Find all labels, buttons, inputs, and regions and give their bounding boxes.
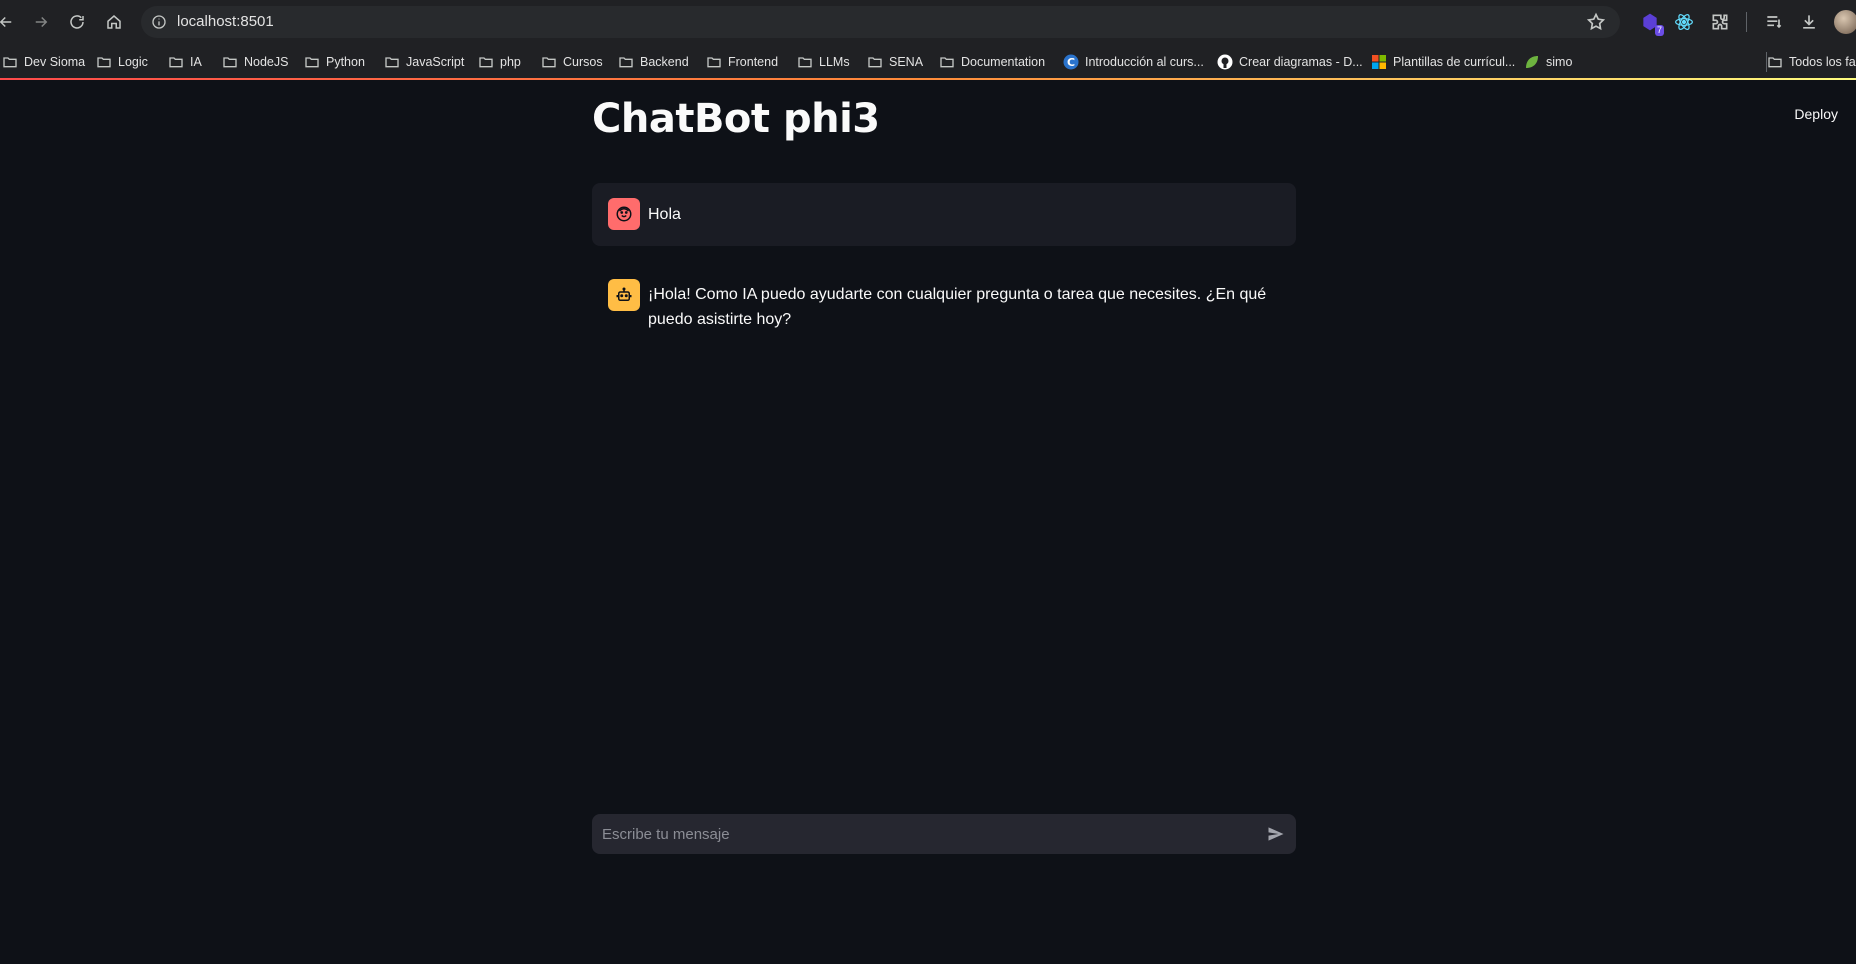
page-title: ChatBot phi3 <box>592 96 880 142</box>
folder-icon <box>939 54 955 70</box>
message-text: ¡Hola! Como IA puedo ayudarte con cualqu… <box>648 286 1267 328</box>
bookmarks-bar: Dev Sioma Logic IA NodeJS Python JavaScr… <box>0 44 1856 80</box>
bookmark-folder[interactable]: Backend <box>618 52 689 72</box>
bookmark-link[interactable]: Crear diagramas - D... <box>1217 52 1363 72</box>
bookmark-folder[interactable]: Python <box>304 52 365 72</box>
bookmark-folder[interactable]: Frontend <box>706 52 778 72</box>
folder-icon <box>96 54 112 70</box>
download-icon[interactable] <box>1797 10 1821 34</box>
extensions-puzzle-icon[interactable] <box>1708 10 1732 34</box>
bookmark-folder[interactable]: Dev Sioma <box>2 52 85 72</box>
bookmark-folder[interactable]: IA <box>168 52 202 72</box>
user-message: Hola <box>592 183 1296 246</box>
bookmark-label: Crear diagramas - D... <box>1239 55 1363 69</box>
bookmark-folder[interactable]: LLMs <box>797 52 850 72</box>
bookmark-folder[interactable]: NodeJS <box>222 52 288 72</box>
home-icon[interactable] <box>102 10 126 34</box>
profile-avatar[interactable] <box>1834 10 1856 34</box>
extension-badge: 7 <box>1654 25 1664 36</box>
github-icon <box>1217 54 1233 70</box>
svg-text:C: C <box>1067 56 1075 69</box>
bookmark-label: Documentation <box>961 55 1046 69</box>
folder-icon <box>304 54 320 70</box>
bookmark-label: IA <box>190 55 202 69</box>
bookmark-folder[interactable]: Logic <box>96 52 148 72</box>
folder-icon <box>478 54 494 70</box>
folder-icon <box>797 54 813 70</box>
bookmark-folder[interactable]: Cursos <box>541 52 603 72</box>
folder-icon <box>222 54 238 70</box>
bookmark-folder[interactable]: Documentation <box>939 52 1045 72</box>
folder-icon <box>2 54 18 70</box>
bookmark-label: simo <box>1546 55 1573 69</box>
reload-icon[interactable] <box>65 10 89 34</box>
message-text: Hola <box>648 206 681 223</box>
bookmark-label: Todos los fa <box>1789 55 1856 69</box>
bookmark-label: Logic <box>118 55 148 69</box>
deploy-button[interactable]: Deploy <box>1794 106 1838 122</box>
bookmark-folder[interactable]: php <box>478 52 521 72</box>
browser-toolbar: localhost:8501 7 <box>0 0 1856 44</box>
bookmark-label: Plantillas de currícul... <box>1393 55 1516 69</box>
bookmark-label: Python <box>326 55 365 69</box>
bookmark-link[interactable]: C Introducción al curs... <box>1063 52 1204 72</box>
reading-list-icon[interactable] <box>1762 10 1786 34</box>
folder-icon <box>541 54 557 70</box>
bookmark-label: JavaScript <box>406 55 465 69</box>
assistant-message: ¡Hola! Como IA puedo ayudarte con cualqu… <box>592 265 1296 365</box>
bookmark-link[interactable]: simo <box>1524 52 1572 72</box>
bookmark-folder[interactable]: SENA <box>867 52 923 72</box>
url-text[interactable]: localhost:8501 <box>177 13 274 30</box>
toolbar-separator <box>1746 12 1747 32</box>
other-bookmarks-folder[interactable]: Todos los fa <box>1766 52 1856 72</box>
microsoft-icon <box>1371 54 1387 70</box>
bookmark-label: Dev Sioma <box>24 55 86 69</box>
folder-icon <box>1767 54 1783 70</box>
site-info-icon[interactable] <box>149 12 169 32</box>
robot-icon <box>608 279 640 311</box>
coursera-icon: C <box>1063 54 1079 70</box>
folder-icon <box>618 54 634 70</box>
bookmark-label: Introducción al curs... <box>1085 55 1204 69</box>
bookmark-label: Backend <box>640 55 689 69</box>
chat-input-container <box>592 814 1296 854</box>
extension-hexagon-icon[interactable]: 7 <box>1638 10 1664 36</box>
leaf-icon <box>1524 54 1540 70</box>
back-arrow-icon[interactable] <box>0 10 18 34</box>
bookmark-label: Frontend <box>728 55 779 69</box>
chat-input[interactable] <box>592 814 1242 854</box>
user-face-icon <box>608 198 640 230</box>
bookmark-link[interactable]: Plantillas de currícul... <box>1371 52 1515 72</box>
folder-icon <box>384 54 400 70</box>
bookmark-label: LLMs <box>819 55 850 69</box>
bookmark-label: NodeJS <box>244 55 289 69</box>
main-content: ChatBot phi3 <box>592 96 1296 142</box>
folder-icon <box>168 54 184 70</box>
bookmark-label: Cursos <box>563 55 603 69</box>
bookmark-folder[interactable]: JavaScript <box>384 52 464 72</box>
bookmark-label: SENA <box>889 55 924 69</box>
folder-icon <box>867 54 883 70</box>
react-devtools-icon[interactable] <box>1672 10 1696 34</box>
forward-arrow-icon[interactable] <box>29 10 53 34</box>
address-bar[interactable]: localhost:8501 <box>141 6 1620 38</box>
folder-icon <box>706 54 722 70</box>
bookmark-star-icon[interactable] <box>1586 12 1606 32</box>
send-icon[interactable] <box>1266 824 1286 844</box>
bookmark-label: php <box>500 55 521 69</box>
